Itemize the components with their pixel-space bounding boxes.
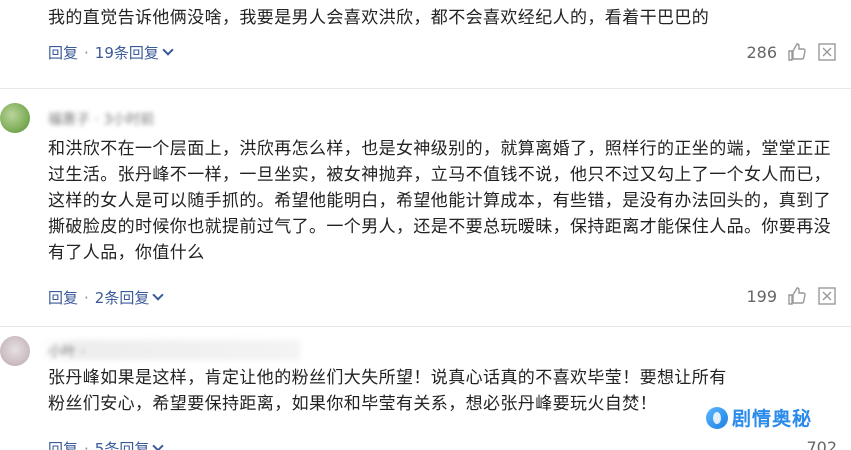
like-count: 702 (806, 438, 837, 450)
comment-actions: 回复 · 2条回复 (48, 287, 165, 308)
comment-controls: 702 (806, 438, 837, 450)
separator: · (84, 439, 89, 450)
view-replies-link[interactable]: 5条回复 (95, 438, 150, 450)
divider (0, 88, 851, 89)
comment-text: 我的直觉告诉他俩没啥，我要是男人会喜欢洪欣，都不会喜欢经纪人的，看着干巴巴的 (48, 8, 710, 28)
like-count: 286 (746, 42, 777, 62)
view-replies-link[interactable]: 19条回复 (95, 42, 159, 63)
report-icon[interactable] (817, 286, 837, 306)
username-blurred: 福惠子 · 3小时前 (48, 112, 155, 128)
watermark-text: 剧情奥秘 (732, 408, 813, 430)
avatar[interactable] (0, 336, 30, 366)
thumbs-up-icon[interactable] (787, 42, 807, 62)
view-replies-link[interactable]: 2条回复 (95, 287, 150, 308)
username-blurred: 小叶 · (48, 344, 85, 360)
chevron-down-icon[interactable] (152, 289, 165, 301)
reply-button[interactable]: 回复 (48, 438, 78, 450)
comment-text: 和洪欣不在一个层面上，洪欣再怎么样，也是女神级别的，就算离婚了，照样行的正坐的端… (48, 139, 831, 263)
like-count: 199 (746, 286, 777, 306)
report-icon[interactable] (817, 42, 837, 62)
chevron-down-icon[interactable] (152, 440, 165, 450)
watermark: 剧情奥秘 (706, 404, 812, 431)
reply-button[interactable]: 回复 (48, 287, 78, 308)
separator: · (84, 288, 89, 307)
comment-actions: 回复 · 5条回复 (48, 438, 165, 450)
comment-text: 张丹峰如果是这样，肯定让他的粉丝们大失所望！说真心话真的不喜欢毕莹！要想让所有粉… (48, 368, 727, 414)
avatar[interactable] (0, 103, 30, 133)
chevron-down-icon[interactable] (162, 44, 174, 56)
divider (0, 326, 851, 327)
watermark-logo-icon (706, 406, 728, 429)
thumbs-up-icon[interactable] (787, 286, 807, 306)
comment-controls: 199 (746, 286, 837, 306)
separator: · (84, 43, 89, 62)
reply-button[interactable]: 回复 (48, 42, 78, 63)
comment-controls: 286 (746, 42, 837, 62)
comment-actions: 回复 · 19条回复 (48, 42, 174, 63)
